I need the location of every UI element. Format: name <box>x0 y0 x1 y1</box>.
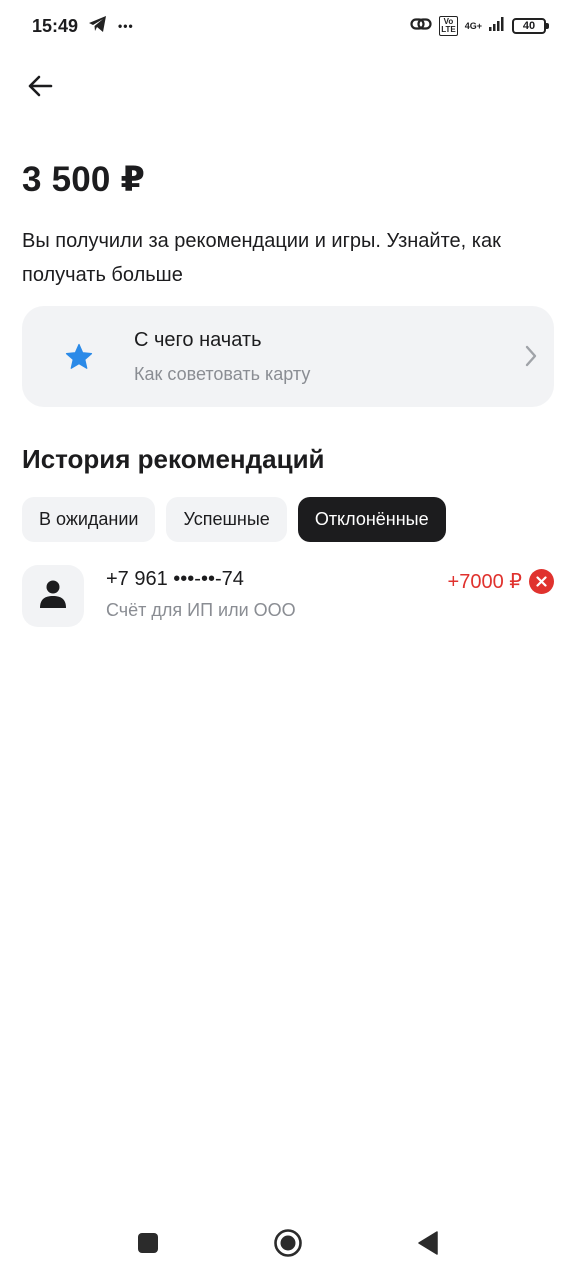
status-left: 15:49 ••• <box>32 15 134 38</box>
tab-pending[interactable]: В ожидании <box>22 497 156 542</box>
referral-product: Счёт для ИП или ООО <box>106 600 296 620</box>
volte-icon: Vo LTE <box>439 16 458 36</box>
person-icon <box>39 579 67 614</box>
start-guide-card[interactable]: С чего начать Как советовать карту <box>22 306 554 407</box>
telegram-icon <box>88 15 108 38</box>
star-icon <box>64 342 94 377</box>
card-subtitle: Как советовать карту <box>134 364 311 384</box>
home-button[interactable] <box>268 1225 308 1265</box>
back-triangle-icon <box>417 1230 439 1260</box>
history-title: История рекомендаций <box>22 444 325 474</box>
referral-reward: +7000 ₽ <box>447 571 522 593</box>
referral-phone: +7 961 •••-••-74 <box>106 568 244 590</box>
rejected-status-icon <box>529 569 554 594</box>
recent-apps-icon <box>137 1232 159 1259</box>
card-title: С чего начать <box>134 329 262 351</box>
signal-icon <box>489 16 505 36</box>
arrow-left-icon <box>26 72 54 105</box>
battery-icon: 40 <box>512 18 549 34</box>
history-item[interactable]: +7 961 •••-••-74 Счёт для ИП или ООО +70… <box>22 564 554 628</box>
tab-successful[interactable]: Успешные <box>166 497 287 542</box>
chevron-right-icon <box>524 344 538 373</box>
link-icon <box>410 16 432 37</box>
history-tabs: В ожидании Успешные Отклонённые <box>22 497 446 542</box>
balance-amount: 3 500 ₽ <box>22 160 146 199</box>
status-time: 15:49 <box>32 15 79 36</box>
status-right: Vo LTE 4G+ 40 <box>410 16 549 37</box>
home-icon <box>273 1228 303 1263</box>
back-button[interactable] <box>20 68 60 108</box>
network-type: 4G+ <box>464 20 482 31</box>
balance-description: Вы получили за рекомендации и игры. Узна… <box>22 230 501 286</box>
status-bar: 15:49 ••• Vo LTE 4G+ 40 <box>0 0 576 52</box>
tab-rejected[interactable]: Отклонённые <box>297 497 446 542</box>
nav-back-button[interactable] <box>408 1225 448 1265</box>
avatar <box>22 565 84 627</box>
more-dots: ••• <box>118 19 134 33</box>
recent-apps-button[interactable] <box>128 1225 168 1265</box>
system-nav-bar <box>0 1210 576 1280</box>
app-screen: 15:49 ••• Vo LTE 4G+ 40 3 500 ₽ Вы получ… <box>0 0 576 1280</box>
